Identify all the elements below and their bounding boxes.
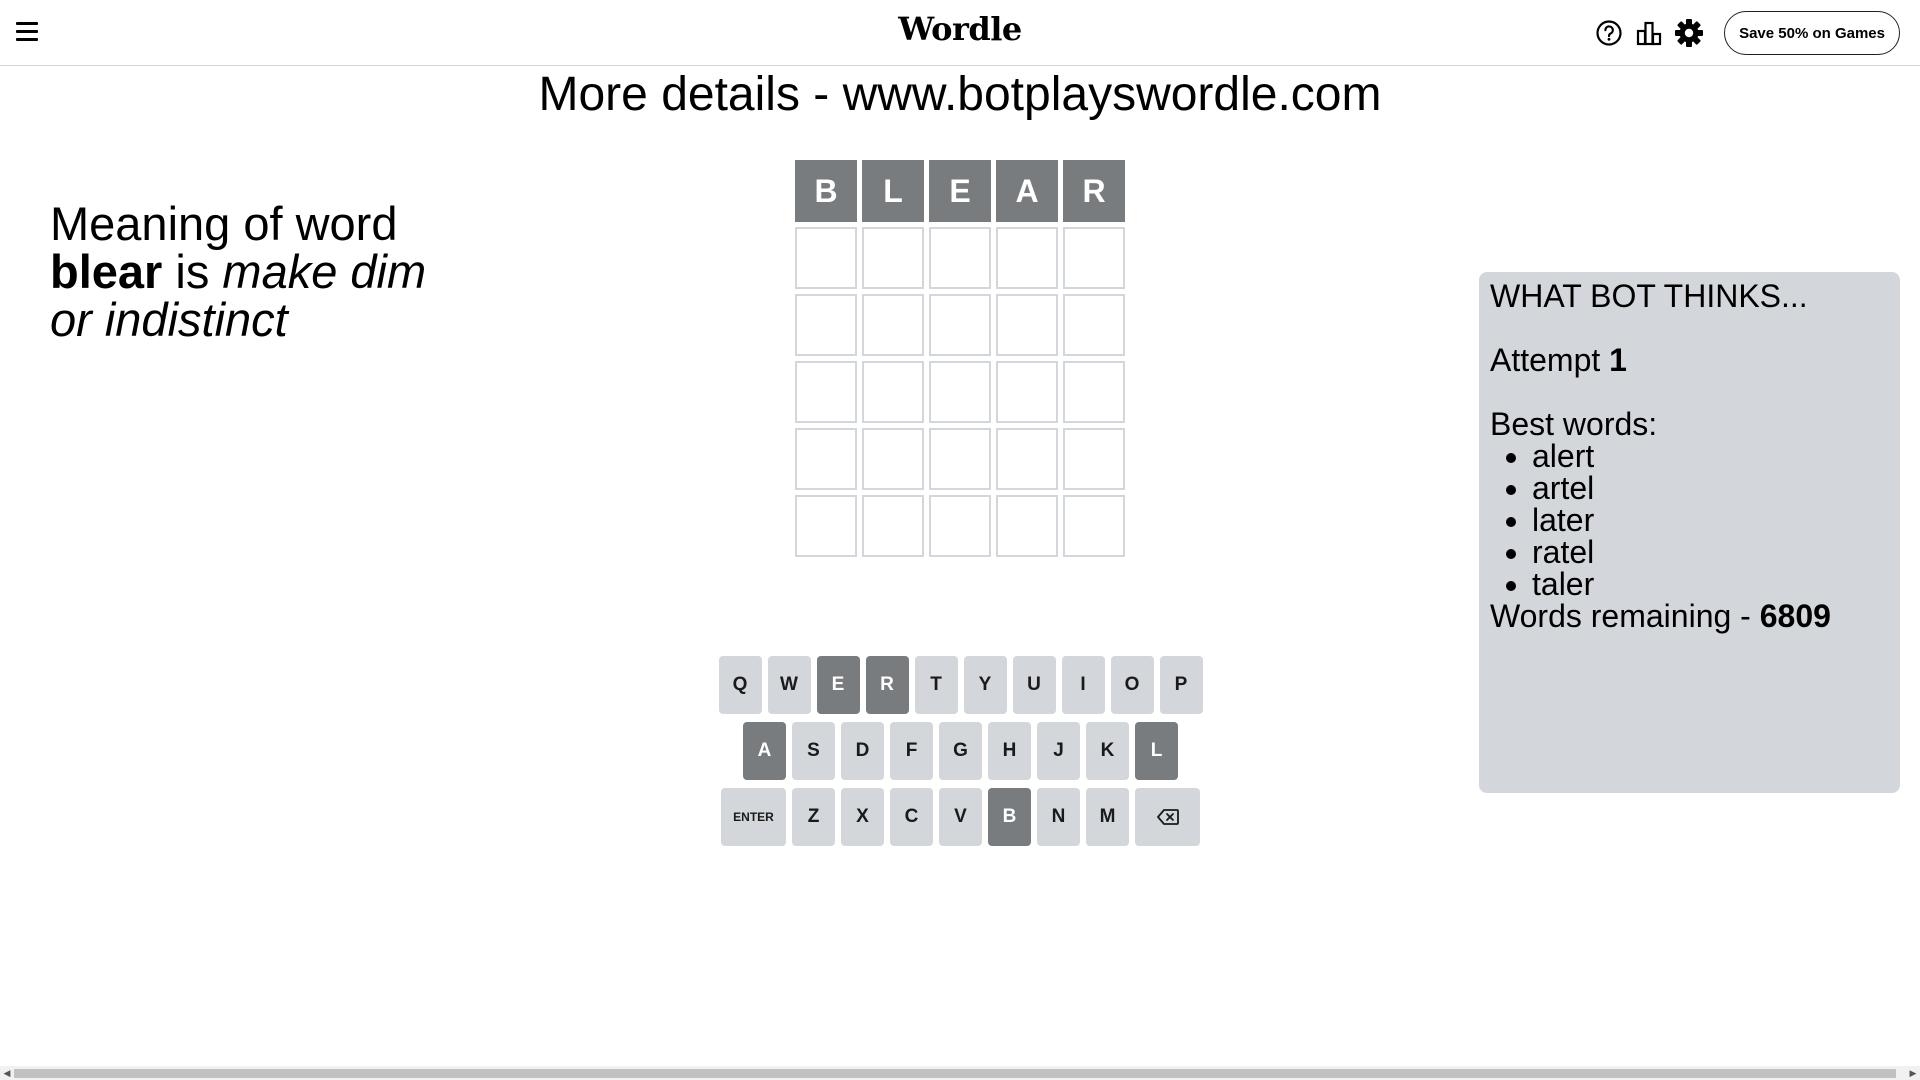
bar-chart-icon[interactable] — [1634, 18, 1664, 48]
key-d[interactable]: D — [841, 722, 884, 780]
key-x[interactable]: X — [841, 788, 884, 846]
key-k[interactable]: K — [1086, 722, 1129, 780]
keyboard-row: ENTER Z X C V B N M — [718, 788, 1203, 846]
best-word-item: taler — [1532, 568, 1889, 600]
keyboard-row: QWERTYUIOP — [718, 656, 1203, 714]
board-tile — [929, 495, 991, 557]
board-tile — [862, 361, 924, 423]
details-banner: More details - www.botplayswordle.com — [538, 68, 1382, 121]
key-y[interactable]: Y — [963, 656, 1007, 714]
best-words-label: Best words: — [1490, 406, 1658, 442]
help-circle-icon[interactable] — [1594, 18, 1624, 48]
board-tile — [795, 227, 857, 289]
meaning-prefix: Meaning of word — [50, 197, 398, 250]
board-tile — [795, 495, 857, 557]
board-tile — [862, 227, 924, 289]
board-tile — [929, 361, 991, 423]
save-on-games-button[interactable]: Save 50% on Games — [1724, 11, 1900, 55]
words-remaining-value: 6809 — [1759, 598, 1831, 634]
key-b[interactable]: B — [988, 788, 1031, 846]
board-tile: L — [862, 160, 924, 222]
board-tile — [1063, 428, 1125, 490]
on-screen-keyboard: Q W E R T Y U I O P A S D F G H J K L ENTER Z X C V B N M — [718, 656, 1203, 854]
best-words-list: alertartellaterrateltaler — [1490, 440, 1889, 600]
words-remaining-line: Words remaining - 6809 — [1490, 600, 1889, 632]
board-tile — [862, 294, 924, 356]
key-h[interactable]: H — [988, 722, 1031, 780]
app-header: Wordle Save 50% on Games — [0, 0, 1920, 66]
key-v[interactable]: V — [939, 788, 982, 846]
board-tile: A — [996, 160, 1058, 222]
board-tile — [795, 361, 857, 423]
key-l[interactable]: L — [1135, 722, 1178, 780]
key-z[interactable]: Z — [792, 788, 835, 846]
backspace-icon — [1156, 809, 1179, 825]
board-tile — [795, 294, 857, 356]
key-t[interactable]: T — [914, 656, 958, 714]
key-m[interactable]: M — [1086, 788, 1129, 846]
best-word-item: later — [1532, 504, 1889, 536]
best-word-item: artel — [1532, 472, 1889, 504]
board-tile: R — [1063, 160, 1125, 222]
board-tile — [795, 428, 857, 490]
game-board: BLEAR — [795, 160, 1125, 557]
board-tile: E — [929, 160, 991, 222]
attempt-value: 1 — [1609, 342, 1627, 378]
key-s[interactable]: S — [792, 722, 835, 780]
board-tile — [996, 361, 1058, 423]
key-a[interactable]: A — [743, 722, 786, 780]
board-tile: B — [795, 160, 857, 222]
meaning-word: blear — [50, 245, 163, 298]
board-tile — [996, 294, 1058, 356]
board-tile — [1063, 495, 1125, 557]
board-tile — [929, 227, 991, 289]
word-meaning: Meaning of word blear is make dim or ind… — [50, 200, 470, 344]
bot-panel-heading: WHAT BOT THINKS... — [1490, 278, 1808, 314]
key-w[interactable]: W — [767, 656, 811, 714]
key-j[interactable]: J — [1037, 722, 1080, 780]
key-r[interactable]: R — [865, 656, 909, 714]
attempt-line: Attempt 1 — [1490, 344, 1889, 376]
key-n[interactable]: N — [1037, 788, 1080, 846]
board-tile — [1063, 361, 1125, 423]
board-tile — [862, 428, 924, 490]
board-tile — [996, 227, 1058, 289]
key-i[interactable]: I — [1061, 656, 1105, 714]
words-remaining-label: Words remaining - — [1490, 598, 1751, 634]
attempt-label: Attempt — [1490, 342, 1601, 378]
board-tile — [996, 495, 1058, 557]
meaning-connector: is — [175, 245, 210, 298]
key-f[interactable]: F — [890, 722, 933, 780]
key-p[interactable]: P — [1159, 656, 1203, 714]
header-actions: Save 50% on Games — [1594, 11, 1900, 55]
key-u[interactable]: U — [1012, 656, 1056, 714]
scrollbar-thumb[interactable] — [14, 1069, 1896, 1078]
key-enter[interactable]: ENTER — [721, 788, 786, 846]
gear-icon[interactable] — [1674, 18, 1704, 48]
scroll-left-icon[interactable]: ◀ — [1, 1067, 13, 1079]
horizontal-scrollbar[interactable]: ◀ ▶ — [0, 1066, 1920, 1080]
board-tile — [929, 294, 991, 356]
key-c[interactable]: C — [890, 788, 933, 846]
board-tile — [862, 495, 924, 557]
best-word-item: ratel — [1532, 536, 1889, 568]
key-q[interactable]: Q — [718, 656, 762, 714]
bot-thoughts-panel: WHAT BOT THINKS... Attempt 1 Best words:… — [1479, 272, 1900, 793]
scroll-right-icon[interactable]: ▶ — [1907, 1067, 1919, 1079]
key-g[interactable]: G — [939, 722, 982, 780]
best-word-item: alert — [1532, 440, 1889, 472]
board-tile — [929, 428, 991, 490]
board-tile — [996, 428, 1058, 490]
hamburger-menu-icon[interactable] — [16, 17, 44, 45]
board-tile — [1063, 227, 1125, 289]
backspace-key[interactable] — [1135, 788, 1200, 846]
key-e[interactable]: E — [816, 656, 860, 714]
key-o[interactable]: O — [1110, 656, 1154, 714]
board-tile — [1063, 294, 1125, 356]
keyboard-row: ASDFGHJKL — [718, 722, 1203, 780]
